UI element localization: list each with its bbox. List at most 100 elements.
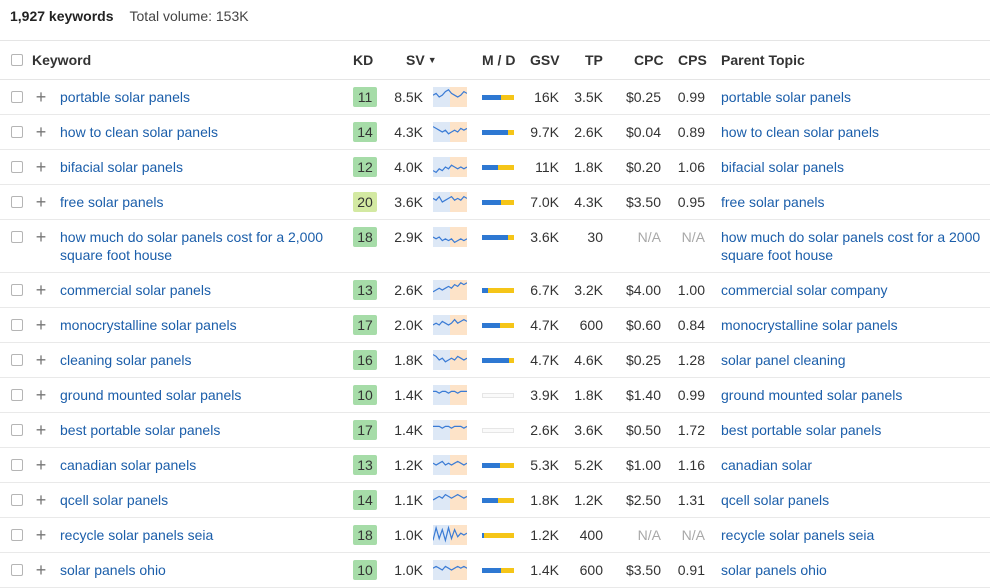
select-all-checkbox[interactable] [11, 41, 23, 79]
volume-trend-sparkline[interactable] [433, 280, 467, 300]
parent-topic-link[interactable]: how much do solar panels cost for a 2000… [721, 228, 980, 264]
row-checkbox[interactable] [11, 227, 23, 247]
parent-topic-link[interactable]: best portable solar panels [721, 421, 881, 439]
parent-topic-link[interactable]: solar panel cleaning [721, 351, 846, 369]
col-cps[interactable]: CPS [678, 41, 707, 79]
parent-topic-link[interactable]: recycle solar panels seia [721, 526, 874, 544]
add-to-list-icon[interactable]: + [35, 122, 47, 142]
clicks-per-search: 0.95 [677, 194, 705, 210]
add-to-list-icon[interactable]: + [35, 420, 47, 440]
keyword-link[interactable]: how to clean solar panels [60, 123, 218, 141]
parent-topic-link[interactable]: portable solar panels [721, 88, 851, 106]
parent-topic-link[interactable]: free solar panels [721, 193, 825, 211]
parent-topic-link[interactable]: ground mounted solar panels [721, 386, 902, 404]
volume-trend-sparkline[interactable] [433, 385, 467, 405]
add-to-list-icon[interactable]: + [35, 280, 47, 300]
row-checkbox[interactable] [11, 122, 23, 142]
global-search-volume: 6.7K [530, 282, 559, 298]
keyword-link[interactable]: qcell solar panels [60, 491, 168, 509]
add-to-list-icon[interactable]: + [35, 192, 47, 212]
row-checkbox[interactable] [11, 315, 23, 335]
parent-topic-link[interactable]: qcell solar panels [721, 491, 829, 509]
row-checkbox[interactable] [11, 192, 23, 212]
global-search-volume: 7.0K [530, 194, 559, 210]
parent-topic-link[interactable]: commercial solar company [721, 281, 888, 299]
parent-topic-link[interactable]: solar panels ohio [721, 561, 827, 579]
clicks-distribution-bar [482, 227, 514, 247]
cost-per-click: $0.20 [625, 159, 661, 175]
row-checkbox[interactable] [11, 455, 23, 475]
row-checkbox[interactable] [11, 490, 23, 510]
volume-trend-sparkline[interactable] [433, 455, 467, 475]
clicks-per-search: 1.16 [677, 457, 705, 473]
keyword-link[interactable]: how much do solar panels cost for a 2,00… [60, 228, 323, 264]
volume-trend-sparkline[interactable] [433, 560, 467, 580]
add-to-list-icon[interactable]: + [35, 525, 47, 545]
clicks-distribution-bar [482, 315, 514, 335]
col-tp[interactable]: TP [585, 41, 603, 79]
col-parent-topic[interactable]: Parent Topic [721, 41, 805, 79]
row-checkbox[interactable] [11, 157, 23, 177]
keyword-link[interactable]: recycle solar panels seia [60, 526, 213, 544]
add-to-list-icon[interactable]: + [35, 385, 47, 405]
add-to-list-icon[interactable]: + [35, 315, 47, 335]
volume-trend-sparkline[interactable] [433, 420, 467, 440]
clicks-per-search: 0.91 [677, 562, 705, 578]
parent-topic-link[interactable]: canadian solar [721, 456, 812, 474]
add-to-list-icon[interactable]: + [35, 227, 47, 247]
add-to-list-icon[interactable]: + [35, 455, 47, 475]
clicks-per-search: 0.99 [677, 387, 705, 403]
clicks-distribution-bar [482, 420, 514, 440]
row-checkbox[interactable] [11, 87, 23, 107]
volume-trend-sparkline[interactable] [433, 157, 467, 177]
search-volume: 1.4K [394, 387, 423, 403]
volume-trend-sparkline[interactable] [433, 525, 467, 545]
keyword-link[interactable]: best portable solar panels [60, 421, 220, 439]
clicks-distribution-bar [482, 157, 514, 177]
clicks-distribution-bar [482, 87, 514, 107]
col-keyword[interactable]: Keyword [32, 41, 91, 79]
parent-topic-link[interactable]: bifacial solar panels [721, 158, 844, 176]
row-checkbox[interactable] [11, 525, 23, 545]
kd-badge: 20 [353, 192, 377, 212]
add-to-list-icon[interactable]: + [35, 157, 47, 177]
table-row: + bifacial solar panels 12 4.0K 11K 1.8K $0.20… [0, 150, 990, 185]
row-checkbox[interactable] [11, 350, 23, 370]
parent-topic-text: qcell solar panels [721, 492, 830, 508]
keyword-link[interactable]: portable solar panels [60, 88, 190, 106]
row-checkbox[interactable] [11, 560, 23, 580]
add-to-list-icon[interactable]: + [35, 490, 47, 510]
keyword-text: bifacial solar panels [60, 159, 183, 175]
keyword-link[interactable]: cleaning solar panels [60, 351, 192, 369]
kd-badge: 17 [353, 315, 377, 335]
parent-topic-link[interactable]: how to clean solar panels [721, 123, 879, 141]
volume-trend-sparkline[interactable] [433, 350, 467, 370]
row-checkbox[interactable] [11, 420, 23, 440]
kd-badge: 10 [353, 385, 377, 405]
keyword-link[interactable]: free solar panels [60, 193, 164, 211]
keyword-link[interactable]: monocrystalline solar panels [60, 316, 237, 334]
row-checkbox[interactable] [11, 385, 23, 405]
volume-trend-sparkline[interactable] [433, 192, 467, 212]
row-checkbox[interactable] [11, 280, 23, 300]
keyword-link[interactable]: solar panels ohio [60, 561, 166, 579]
results-summary: 1,927 keywords Total volume: 153K [10, 0, 249, 32]
volume-trend-sparkline[interactable] [433, 87, 467, 107]
keyword-link[interactable]: bifacial solar panels [60, 158, 183, 176]
volume-trend-sparkline[interactable] [433, 315, 467, 335]
col-md[interactable]: M / D [482, 41, 515, 79]
keyword-link[interactable]: ground mounted solar panels [60, 386, 241, 404]
add-to-list-icon[interactable]: + [35, 87, 47, 107]
keyword-link[interactable]: commercial solar panels [60, 281, 211, 299]
add-to-list-icon[interactable]: + [35, 560, 47, 580]
col-kd[interactable]: KD [353, 41, 373, 79]
col-cpc[interactable]: CPC [634, 41, 664, 79]
col-sv[interactable]: SV ▼ [406, 41, 437, 79]
add-to-list-icon[interactable]: + [35, 350, 47, 370]
keyword-link[interactable]: canadian solar panels [60, 456, 196, 474]
parent-topic-link[interactable]: monocrystalline solar panels [721, 316, 898, 334]
volume-trend-sparkline[interactable] [433, 122, 467, 142]
col-gsv[interactable]: GSV [530, 41, 560, 79]
volume-trend-sparkline[interactable] [433, 227, 467, 247]
volume-trend-sparkline[interactable] [433, 490, 467, 510]
